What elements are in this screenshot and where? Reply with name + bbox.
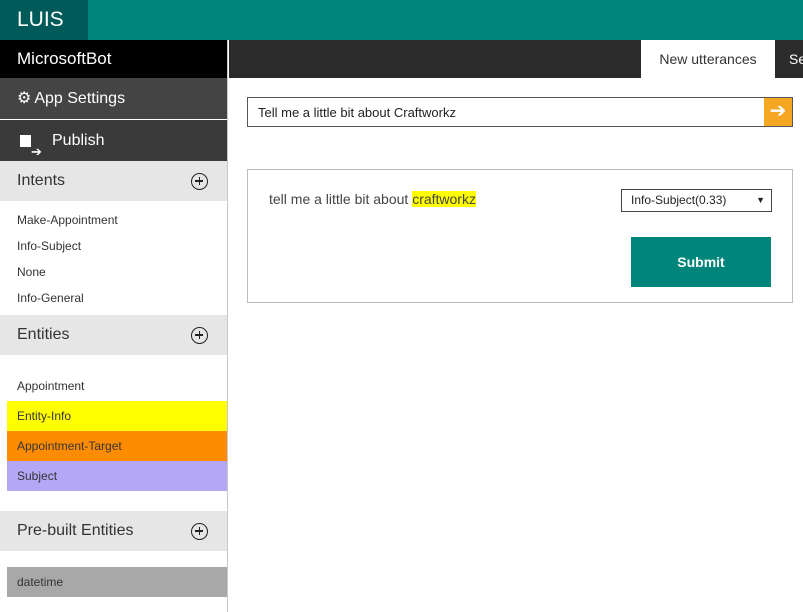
entity-item-appointment[interactable]: Appointment — [7, 371, 227, 401]
intent-item-info-general[interactable]: Info-General — [0, 285, 227, 311]
publish-icon: ➔ — [20, 134, 42, 159]
publish-label: Publish — [52, 132, 105, 149]
utterance-input[interactable] — [248, 98, 758, 126]
app-settings-label: App Settings — [34, 90, 126, 107]
utterance-card: tell me a little bit about craftworkz In… — [247, 169, 793, 303]
sidebar: MicrosoftBot ⚙ App Settings ➔ Publish In… — [0, 40, 228, 612]
utterance-text-plain: tell me a little bit about — [269, 191, 413, 207]
prebuilt-entities-title: Pre-built Entities — [17, 522, 134, 539]
utterance-text: tell me a little bit about craftworkz — [269, 191, 476, 207]
intents-title: Intents — [17, 172, 66, 189]
prebuilt-entities-header: Pre-built Entities — [0, 511, 227, 551]
entities-title: Entities — [17, 326, 70, 343]
gear-icon: ⚙ — [17, 90, 32, 107]
intent-item-make-appointment[interactable]: Make-Appointment — [0, 207, 227, 233]
intent-select[interactable]: Info-Subject(0.33) ▼ — [621, 189, 772, 212]
add-entity-icon[interactable] — [191, 326, 208, 344]
entities-header: Entities — [0, 315, 227, 355]
intent-item-none[interactable]: None — [0, 259, 227, 285]
entity-item-subject[interactable]: Subject — [7, 461, 227, 491]
utterance-search-box: ➔ — [247, 97, 793, 127]
tab-new-utterances[interactable]: New utterances — [641, 40, 775, 78]
entity-item-appointment-target[interactable]: Appointment-Target — [7, 431, 227, 461]
app-settings-button[interactable]: ⚙ App Settings — [0, 78, 227, 119]
entity-item-entity-info[interactable]: Entity-Info — [7, 401, 227, 431]
intents-list: Make-Appointment Info-Subject None Info-… — [0, 201, 227, 315]
entities-list: Appointment Entity-Info Appointment-Targ… — [0, 355, 227, 511]
intent-item-info-subject[interactable]: Info-Subject — [0, 233, 227, 259]
app-logo: LUIS — [0, 0, 88, 40]
chevron-down-icon: ▼ — [756, 195, 765, 205]
tab-bar: New utterances Se — [229, 40, 803, 78]
intent-select-value: Info-Subject(0.33) — [631, 193, 727, 207]
publish-button[interactable]: ➔ Publish — [0, 120, 227, 161]
app-name: MicrosoftBot — [0, 40, 227, 78]
arrow-right-icon[interactable]: ➔ — [764, 98, 792, 126]
submit-button[interactable]: Submit — [631, 237, 771, 287]
add-prebuilt-entity-icon[interactable] — [191, 522, 208, 540]
add-intent-icon[interactable] — [191, 172, 208, 190]
main-panel: New utterances Se ➔ tell me a little bit… — [229, 40, 803, 612]
highlighted-entity-token[interactable]: craftworkz — [412, 191, 476, 207]
tab-next[interactable]: Se — [789, 40, 803, 78]
top-bar: LUIS — [0, 0, 803, 40]
prebuilt-entities-list: datetime — [0, 551, 227, 597]
prebuilt-item-datetime[interactable]: datetime — [7, 567, 227, 597]
